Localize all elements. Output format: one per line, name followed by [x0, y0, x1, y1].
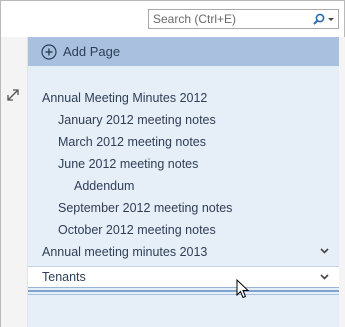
page-title: Annual Meeting Minutes 2012 [42, 91, 208, 105]
page-item[interactable]: January 2012 meeting notes [28, 109, 339, 131]
page-item[interactable]: Annual Meeting Minutes 2012 [28, 87, 339, 109]
page-item[interactable]: Addendum [28, 175, 339, 197]
chevron-down-icon[interactable] [320, 274, 329, 280]
onenote-pages-pane: Add Page Annual Meeting Minutes 2012 Jan… [0, 0, 345, 327]
add-page-button[interactable]: Add Page [28, 37, 339, 66]
page-title: October 2012 meeting notes [58, 223, 216, 237]
page-title: June 2012 meeting notes [58, 157, 199, 171]
search-button[interactable] [308, 10, 338, 28]
dragged-page-tenants[interactable]: Tenants [28, 266, 339, 288]
page-title: March 2012 meeting notes [58, 135, 207, 149]
left-strip [1, 37, 28, 327]
page-title: Annual meeting minutes 2013 [42, 245, 208, 259]
page-title: January 2012 meeting notes [58, 113, 216, 127]
page-title: Tenants [42, 270, 86, 284]
expand-arrows-icon[interactable] [6, 88, 20, 102]
page-title: Addendum [74, 179, 135, 193]
page-title: September 2012 meeting notes [58, 201, 233, 215]
page-item[interactable]: March 2012 meeting notes [28, 131, 339, 153]
add-page-label: Add Page [63, 44, 121, 59]
search-input[interactable] [149, 10, 308, 28]
page-item[interactable]: September 2012 meeting notes [28, 197, 339, 219]
drop-indicator-shadow [28, 294, 339, 295]
add-circle-icon [41, 43, 57, 60]
scrollbar[interactable] [339, 37, 345, 327]
page-item[interactable]: June 2012 meeting notes [28, 153, 339, 175]
page-list-panel: Add Page Annual Meeting Minutes 2012 Jan… [28, 37, 339, 327]
search-box [148, 9, 339, 29]
page-item[interactable]: October 2012 meeting notes [28, 219, 339, 241]
page-item[interactable]: Annual meeting minutes 2013 [28, 241, 339, 263]
search-icon [313, 13, 334, 25]
chevron-down-icon[interactable] [320, 248, 329, 254]
drop-indicator [28, 290, 339, 292]
